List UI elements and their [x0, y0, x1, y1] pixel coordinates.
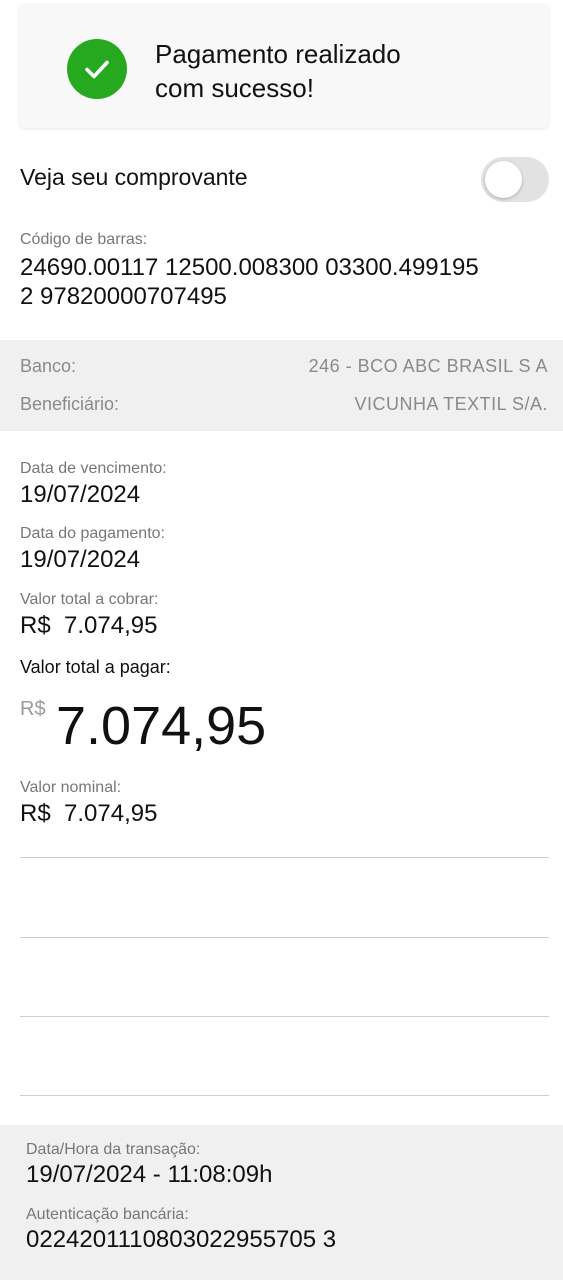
payment-date-label: Data do pagamento: — [20, 525, 165, 542]
payment-date-value: 19/07/2024 — [20, 546, 141, 573]
check-icon — [67, 39, 127, 99]
payee-info-band: Banco: 246 - BCO ABC BRASIL S A Benefici… — [0, 340, 563, 431]
due-date-value: 19/07/2024 — [20, 481, 141, 508]
beneficiary-label: Beneficiário: — [20, 394, 120, 414]
transaction-info-band: Data/Hora da transação: 19/07/2024 - 11:… — [0, 1125, 563, 1280]
bank-auth-label: Autenticação bancária: — [26, 1206, 189, 1223]
beneficiary-value: VICUNHA TEXTIL S/A. — [354, 394, 548, 414]
nominal-label: Valor nominal: — [20, 779, 122, 796]
total-pay-currency: R$ — [20, 698, 46, 720]
nominal-value: R$ 7.074,95 — [20, 800, 158, 827]
barcode-label: Código de barras: — [20, 231, 148, 248]
success-message: Pagamento realizado com sucesso! — [155, 37, 515, 105]
due-date-label: Data de vencimento: — [20, 460, 167, 477]
receipt-toggle-label: Veja seu comprovante — [20, 164, 248, 190]
divider — [20, 1095, 549, 1096]
success-line-2: com sucesso! — [155, 73, 314, 103]
beneficiary-row: Beneficiário: VICUNHA TEXTIL S/A. — [20, 394, 548, 420]
success-card: Pagamento realizado com sucesso! — [19, 4, 549, 128]
total-charge-value: R$ 7.074,95 — [20, 612, 158, 639]
total-pay-amount: 7.074,95 — [56, 696, 267, 756]
bank-row: Banco: 246 - BCO ABC BRASIL S A — [20, 356, 548, 382]
divider — [20, 1016, 549, 1017]
barcode-value: 24690.00117 12500.008300 03300.499195 2 … — [20, 253, 560, 311]
transaction-datetime-label: Data/Hora da transação: — [26, 1141, 201, 1158]
bank-value: 246 - BCO ABC BRASIL S A — [308, 356, 548, 376]
payment-receipt-screen: Pagamento realizado com sucesso! Veja se… — [0, 0, 563, 1280]
barcode-line-1: 24690.00117 12500.008300 03300.499195 — [20, 254, 479, 281]
transaction-datetime-value: 19/07/2024 - 11:08:09h — [26, 1161, 273, 1188]
divider — [20, 857, 549, 858]
divider — [20, 937, 549, 938]
bank-auth-value: 0224201110803022955705 3 — [26, 1226, 337, 1253]
success-line-1: Pagamento realizado — [155, 39, 401, 69]
receipt-toggle[interactable] — [481, 157, 549, 202]
toggle-knob — [485, 161, 522, 198]
bank-label: Banco: — [20, 356, 77, 376]
barcode-line-2: 2 97820000707495 — [20, 283, 227, 310]
total-charge-label: Valor total a cobrar: — [20, 591, 159, 608]
total-pay-label: Valor total a pagar: — [20, 657, 171, 677]
